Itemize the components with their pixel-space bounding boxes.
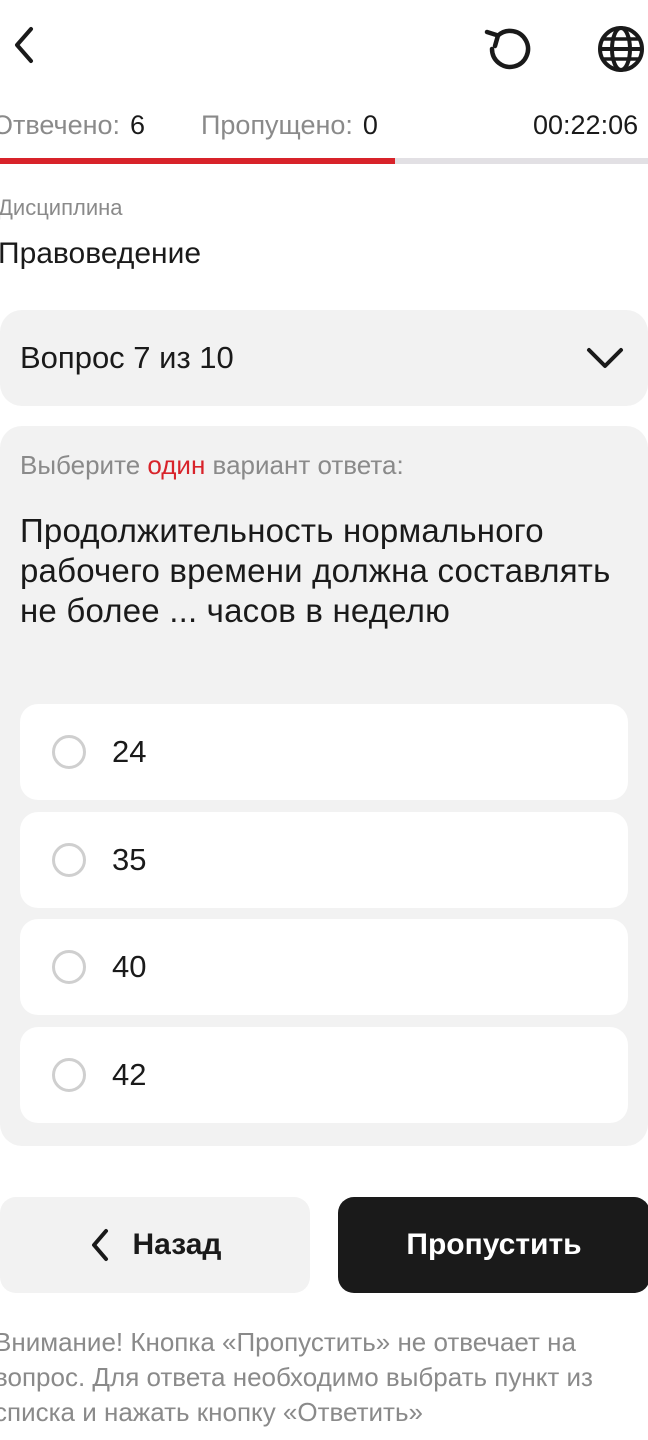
radio-icon[interactable] [52, 950, 86, 984]
answer-option-label: 24 [112, 734, 147, 769]
answer-option[interactable]: 35 [20, 812, 628, 908]
instruction-suffix: вариант ответа: [205, 450, 404, 480]
reset-button[interactable] [478, 22, 536, 76]
back-button[interactable]: Назад [0, 1197, 310, 1293]
answered-value: 6 [130, 110, 146, 140]
question-number: Вопрос 7 из 10 [20, 340, 234, 375]
instruction-prefix: Выберите [20, 450, 148, 480]
discipline-label: Дисциплина [0, 195, 123, 220]
answered-label: Отвечено: [0, 110, 121, 140]
back-button-label: Назад [132, 1228, 222, 1261]
skipped-value: 0 [362, 110, 378, 140]
answered-counter: Отвечено: 6 [0, 110, 145, 141]
discipline-value: Правоведение [0, 237, 202, 270]
refresh-icon [484, 28, 531, 70]
skip-button-label: Пропустить [406, 1228, 582, 1261]
progress-fill [0, 158, 396, 164]
question-text: Продолжительность нормального рабочего в… [20, 512, 611, 629]
skip-notice: Внимание! Кнопка «Пропустить» не отвечае… [0, 1327, 593, 1427]
answer-option[interactable]: 24 [20, 704, 628, 800]
globe-icon [598, 26, 644, 72]
answer-instruction: Выберите один вариант ответа: [20, 450, 404, 481]
chevron-down-icon [587, 348, 623, 368]
question-selector[interactable]: Вопрос 7 из 10 [0, 310, 648, 406]
instruction-accent: один [147, 450, 206, 480]
chevron-left-icon [91, 1229, 108, 1261]
skipped-counter: Пропущено: 0 [201, 110, 378, 141]
answer-option-label: 40 [112, 949, 147, 984]
radio-icon[interactable] [52, 843, 86, 877]
radio-icon[interactable] [52, 1058, 86, 1092]
language-button[interactable] [594, 22, 648, 76]
skip-button[interactable]: Пропустить [338, 1197, 648, 1293]
answer-option[interactable]: 42 [20, 1027, 628, 1123]
answer-option[interactable]: 40 [20, 919, 628, 1015]
skipped-label: Пропущено: [201, 110, 353, 140]
radio-icon[interactable] [52, 735, 86, 769]
back-chevron-button[interactable] [4, 22, 44, 68]
answer-option-label: 42 [112, 1057, 147, 1092]
answer-option-label: 35 [112, 842, 147, 877]
chevron-left-icon [15, 27, 33, 63]
timer: 00:22:06 [533, 110, 639, 140]
progress-bar [0, 158, 648, 164]
